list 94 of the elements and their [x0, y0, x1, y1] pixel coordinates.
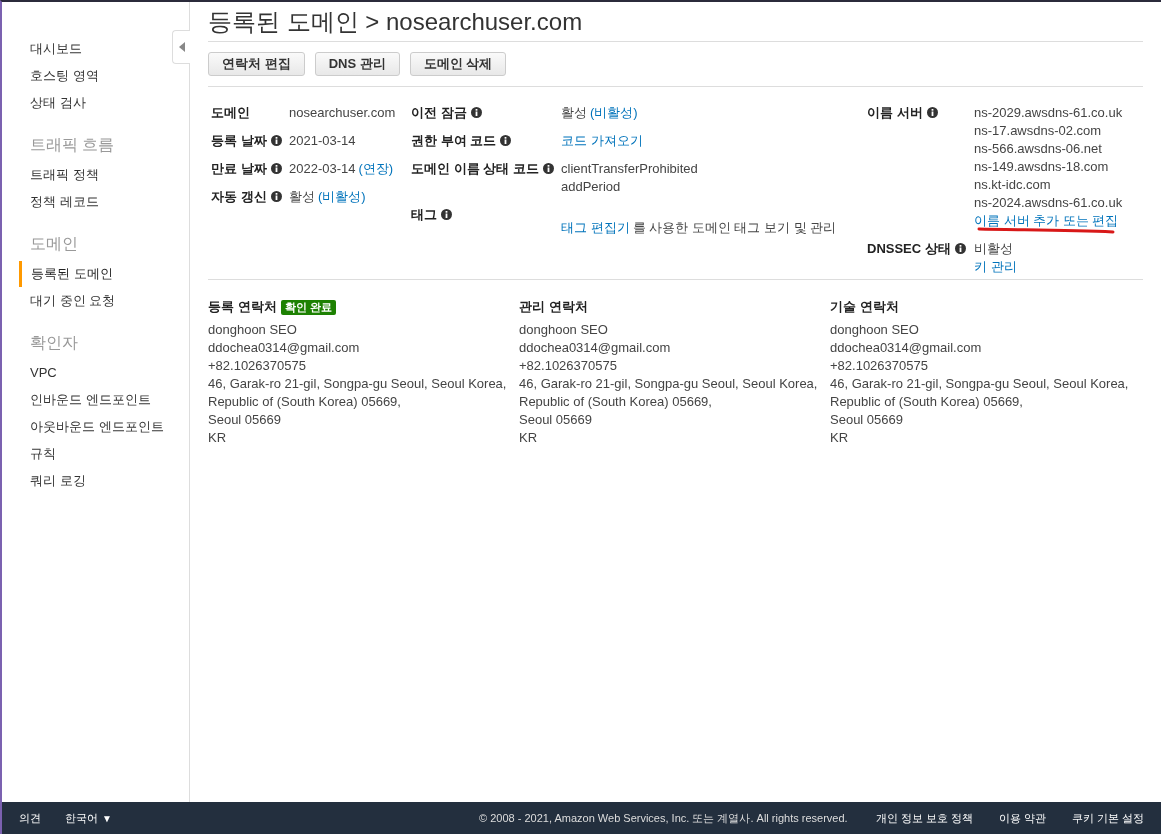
contact-line: 46, Garak-ro 21-gil, Songpa-gu Seoul, Seoul Korea,: [830, 375, 1130, 393]
section-heading: 트래픽 흐름: [29, 135, 115, 155]
field-value: 를 사용한 도메인 태그 보기 및 관리: [632, 219, 837, 237]
contact-line: Republic of (South Korea) 05669,: [830, 393, 1024, 411]
contact-line: KR: [519, 429, 539, 447]
nav-item[interactable]: 대시보드: [2, 36, 82, 62]
field-value: ns-2024.awsdns-61.co.uk: [974, 194, 1123, 212]
contact-line: ddochea0314@gmail.com: [830, 339, 983, 357]
action-button[interactable]: 도메인 삭제: [409, 52, 507, 76]
collapse-tab[interactable]: [172, 30, 190, 64]
contact-line: +82.1026370575: [208, 357, 307, 375]
contact-line: ddochea0314@gmail.com: [519, 339, 672, 357]
info-icon[interactable]: [270, 191, 282, 202]
info-icon[interactable]: [542, 163, 554, 174]
field-value: addPeriod: [561, 178, 621, 196]
field-label: 자동 갱신: [211, 189, 267, 204]
field-value: 비활성: [974, 240, 1013, 258]
field-value: ns-2029.awsdns-61.co.uk: [974, 104, 1123, 122]
section-heading: 관리 연락처: [519, 298, 588, 316]
contact-line: ddochea0314@gmail.com: [208, 339, 361, 357]
contact-line: donghoon SEO: [519, 321, 609, 339]
info-icon[interactable]: [270, 135, 282, 146]
field-value: ns-17.awsdns-02.com: [974, 122, 1102, 140]
link[interactable]: 태그 편집기: [561, 219, 630, 237]
status-badge: 확인 완료: [280, 299, 336, 315]
field-value: 2021-03-14: [289, 132, 356, 150]
link[interactable]: (비활성): [590, 104, 638, 122]
field-value: ns-149.awsdns-18.com: [974, 158, 1109, 176]
contact-line: +82.1026370575: [830, 357, 929, 375]
field-label: 등록 날짜: [211, 133, 267, 148]
footer-link[interactable]: 쿠키 기본 설정: [1071, 809, 1144, 827]
link[interactable]: 이름 서버 추가 또는 편집: [974, 212, 1119, 230]
section-heading: 등록 연락처: [208, 298, 277, 316]
nav-item[interactable]: 인바운드 엔드포인트: [2, 387, 151, 413]
nav-item[interactable]: 아웃바운드 엔드포인트: [2, 414, 164, 440]
contact-line: donghoon SEO: [208, 321, 298, 339]
nav-item[interactable]: 등록된 도메인: [19, 261, 113, 287]
contact-line: Republic of (South Korea) 05669,: [519, 393, 713, 411]
field-label: 도메인 이름 상태 코드: [411, 161, 539, 176]
contact-line: Seoul 05669: [519, 411, 593, 429]
contact-line: KR: [830, 429, 850, 447]
info-icon[interactable]: [270, 163, 282, 174]
nav-item[interactable]: VPC: [2, 360, 57, 386]
contact-line: KR: [208, 429, 228, 447]
nav-item[interactable]: 트래픽 정책: [2, 162, 99, 188]
contact-line: 46, Garak-ro 21-gil, Songpa-gu Seoul, Seoul Korea,: [208, 375, 508, 393]
field-value: ns.kt-idc.com: [974, 176, 1051, 194]
link[interactable]: (연장): [358, 160, 394, 178]
link[interactable]: (비활성): [318, 188, 366, 206]
field-label: 만료 날짜: [211, 161, 267, 176]
info-icon[interactable]: [954, 243, 966, 254]
field-label: 이전 잠금: [411, 105, 467, 120]
contact-line: Seoul 05669: [208, 411, 282, 429]
nav-item[interactable]: 정책 레코드: [2, 189, 99, 215]
info-icon[interactable]: [500, 135, 512, 146]
contact-line: +82.1026370575: [519, 357, 618, 375]
link[interactable]: 키 관리: [974, 258, 1017, 276]
action-button[interactable]: 연락처 편집: [208, 52, 305, 76]
nav-item[interactable]: 대기 중인 요청: [2, 288, 116, 314]
field-value: 활성: [561, 104, 587, 122]
contact-line: donghoon SEO: [830, 321, 920, 339]
section-heading: 도메인: [29, 234, 78, 254]
nav-item[interactable]: 쿼리 로깅: [2, 468, 86, 494]
contact-line: Republic of (South Korea) 05669,: [208, 393, 402, 411]
action-button[interactable]: DNS 관리: [314, 52, 400, 76]
field-value: nosearchuser.com: [289, 104, 396, 122]
field-value: 활성: [289, 188, 315, 206]
info-icon[interactable]: [441, 209, 452, 220]
link[interactable]: 코드 가져오기: [561, 132, 643, 150]
section-heading: 확인자: [29, 333, 78, 353]
page-title: 등록된 도메인 > nosearchuser.com: [208, 2, 1143, 42]
field-label: 권한 부여 코드: [411, 133, 497, 148]
field-value: 2022-03-14: [289, 160, 356, 178]
footer-link[interactable]: 의견: [19, 809, 41, 827]
caret-left-icon: [178, 42, 185, 52]
language-selector[interactable]: 한국어 ▼: [65, 809, 112, 827]
field-label: 도메인: [211, 105, 250, 120]
nav-item[interactable]: 호스팅 영역: [2, 63, 99, 89]
field-label: DNSSEC 상태: [867, 241, 951, 256]
field-value: clientTransferProhibited: [561, 160, 698, 178]
contact-line: 46, Garak-ro 21-gil, Songpa-gu Seoul, Seoul Korea,: [519, 375, 819, 393]
nav-item[interactable]: 상태 검사: [2, 90, 86, 116]
copyright-text: © 2008 - 2021, Amazon Web Services, Inc. 또는 계열사. All rights reserved.: [479, 810, 848, 826]
info-icon[interactable]: [470, 107, 482, 118]
nav-item[interactable]: 규칙: [2, 441, 56, 467]
field-value: ns-566.awsdns-06.net: [974, 140, 1102, 158]
contact-line: Seoul 05669: [830, 411, 904, 429]
field-label: 태그: [411, 207, 437, 222]
info-icon[interactable]: [926, 107, 938, 118]
caret-icon: ▼: [102, 810, 112, 826]
section-heading: 기술 연락처: [830, 298, 899, 316]
footer-link[interactable]: 이용 약관: [998, 809, 1046, 827]
footer-link[interactable]: 개인 정보 보호 정책: [875, 809, 973, 827]
field-label: 이름 서버: [867, 105, 923, 120]
